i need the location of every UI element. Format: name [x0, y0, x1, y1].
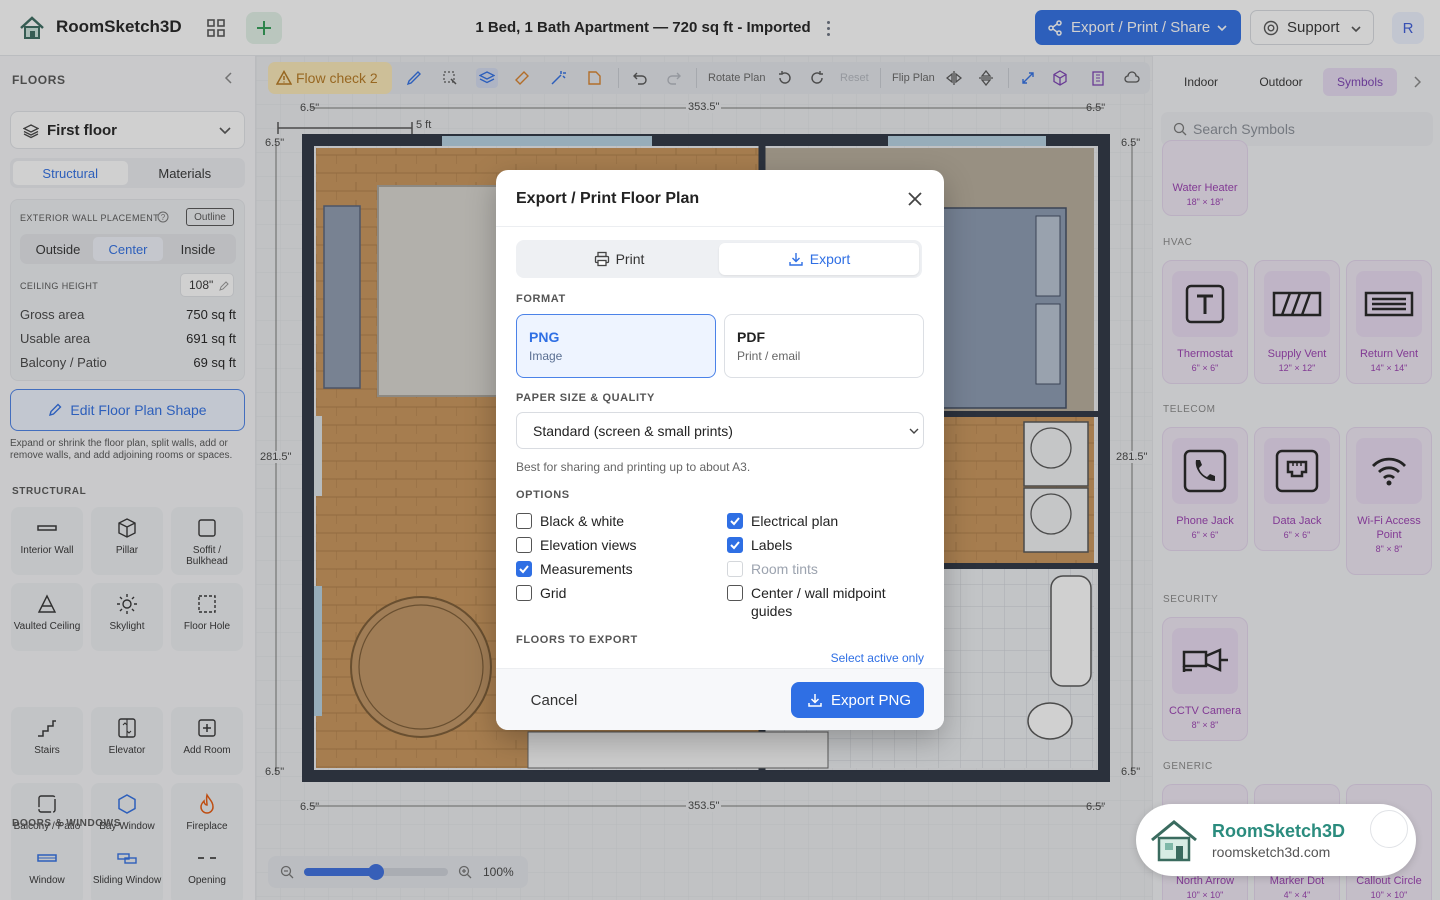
checkbox[interactable] — [727, 585, 743, 601]
floors-to-export-label: FLOORS TO EXPORT — [516, 634, 638, 646]
option-black-white[interactable]: Black & white — [516, 512, 624, 530]
check-icon — [730, 517, 740, 526]
printer-icon — [594, 251, 609, 267]
format-title: PNG — [529, 329, 560, 345]
tab-print-label: Print — [615, 251, 645, 267]
format-title: PDF — [737, 329, 765, 345]
format-pdf[interactable]: PDF Print / email — [724, 314, 924, 378]
tab-export-label: Export — [809, 251, 851, 267]
option-label: Black & white — [540, 513, 625, 529]
option-room-tints: Room tints — [727, 560, 818, 578]
export-png-label: Export PNG — [831, 691, 912, 709]
export-png-button[interactable]: Export PNG — [791, 682, 924, 718]
dialog-title: Export / Print Floor Plan — [516, 190, 700, 207]
checkbox[interactable] — [516, 585, 532, 601]
checkbox-checked[interactable] — [516, 561, 532, 577]
brand-badge[interactable]: RoomSketch3D roomsketch3d.com — [1136, 804, 1416, 876]
chevron-down-icon — [909, 428, 919, 434]
option-electrical-plan[interactable]: Electrical plan — [727, 512, 838, 530]
option-elevation-views[interactable]: Elevation views — [516, 536, 637, 554]
option-label: Labels — [751, 537, 793, 553]
download-icon — [789, 253, 803, 266]
paper-size-value: Standard (screen & small prints) — [533, 422, 733, 439]
paper-size-label: PAPER SIZE & QUALITY — [516, 392, 655, 404]
badge-url: roomsketch3d.com — [1212, 844, 1331, 860]
options-label: OPTIONS — [516, 489, 570, 501]
option-labels[interactable]: Labels — [727, 536, 792, 554]
badge-name: RoomSketch3D — [1212, 821, 1346, 841]
option-measurements[interactable]: Measurements — [516, 560, 633, 578]
export-print-dialog: Export / Print Floor Plan Print Export F… — [496, 170, 944, 730]
checkbox[interactable] — [516, 537, 532, 553]
cancel-button[interactable]: Cancel — [516, 683, 592, 717]
option-label: Room tints — [751, 561, 818, 577]
checkbox-disabled — [727, 561, 743, 577]
checkbox-checked[interactable] — [727, 513, 743, 529]
close-icon[interactable] — [904, 188, 926, 210]
format-png[interactable]: PNG Image — [516, 314, 716, 378]
format-label: FORMAT — [516, 293, 566, 305]
option-grid[interactable]: Grid — [516, 584, 566, 602]
option-label: Elevation views — [540, 537, 637, 553]
option-label: Measurements — [540, 561, 633, 577]
format-sub: Print / email — [737, 349, 801, 363]
option-label: Electrical plan — [751, 513, 839, 529]
check-icon — [519, 565, 529, 574]
tab-print[interactable]: Print — [519, 243, 719, 275]
badge-toggle[interactable] — [1370, 810, 1408, 848]
option-center-wall-guides[interactable]: Center / wall midpoint guides — [727, 584, 927, 620]
tab-export[interactable]: Export — [719, 243, 919, 275]
select-active-only-link[interactable]: Select active only — [800, 651, 924, 665]
option-label: Center / wall midpoint guides — [751, 585, 886, 619]
download-icon — [808, 694, 822, 707]
house-logo-icon — [1151, 820, 1197, 862]
paper-size-hint: Best for sharing and printing up to abou… — [516, 460, 751, 474]
check-icon — [730, 541, 740, 550]
checkbox[interactable] — [516, 513, 532, 529]
format-sub: Image — [529, 349, 563, 363]
paper-size-select[interactable]: Standard (screen & small prints) — [516, 412, 924, 449]
checkbox-checked[interactable] — [727, 537, 743, 553]
print-export-tabs: Print Export — [516, 240, 922, 278]
option-label: Grid — [540, 585, 567, 601]
